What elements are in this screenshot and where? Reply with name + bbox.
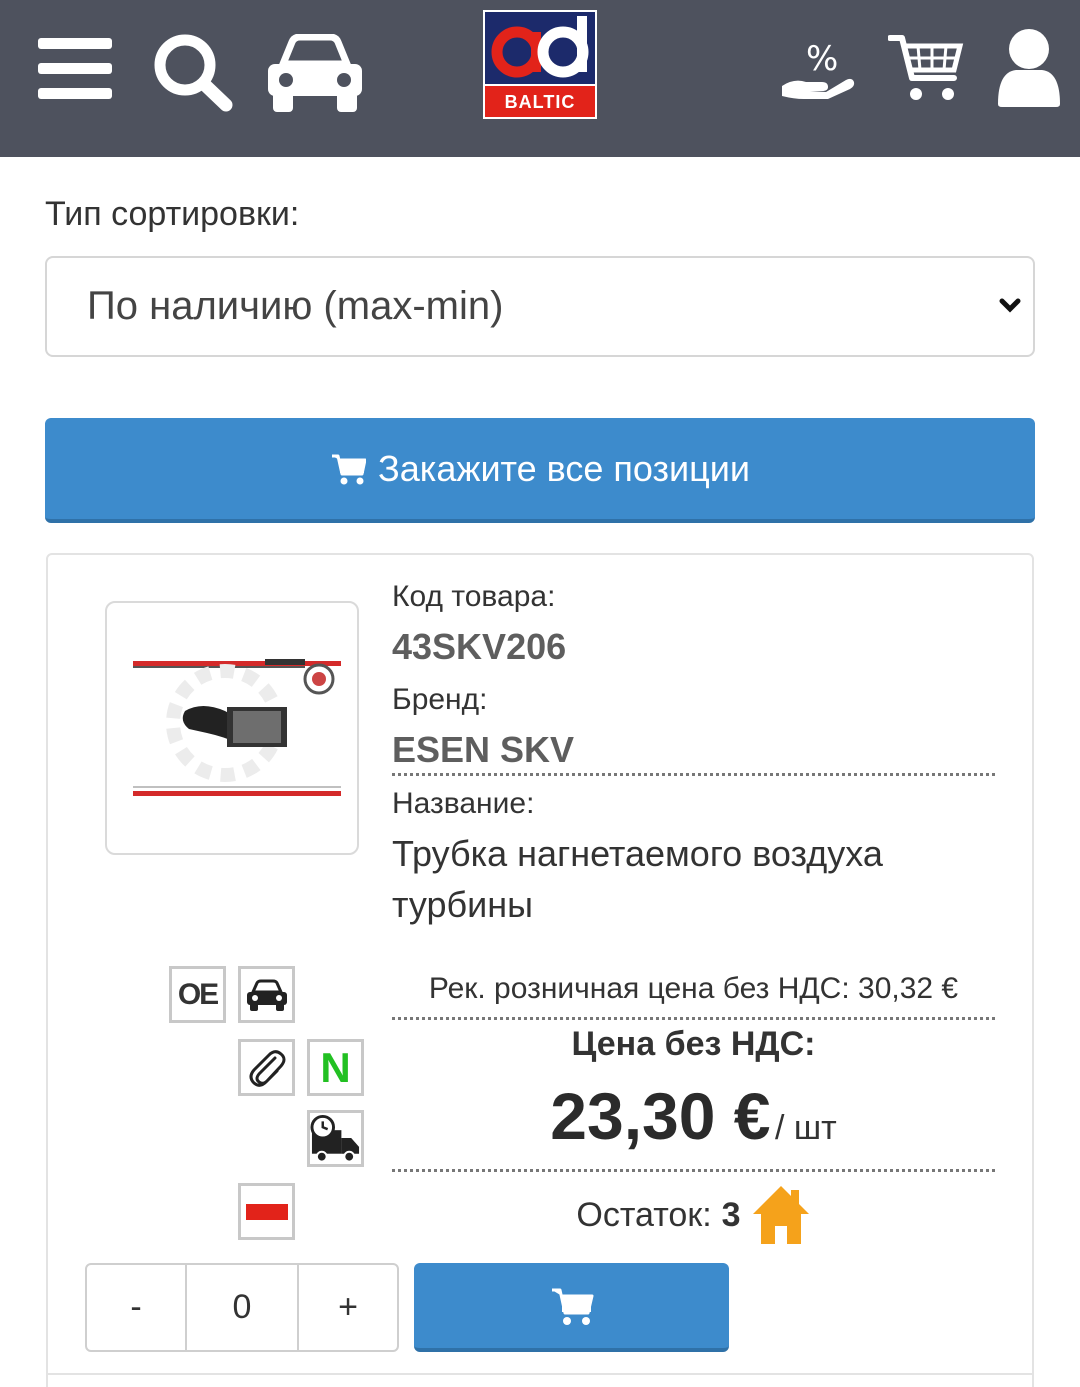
delivery-truck-icon bbox=[310, 1114, 360, 1163]
divider bbox=[392, 1169, 995, 1172]
car-icon[interactable] bbox=[265, 34, 365, 114]
quantity-stepper: - 0 + bbox=[85, 1263, 399, 1352]
sort-select[interactable]: По наличию (max-min) bbox=[45, 256, 1035, 357]
increase-button[interactable]: + bbox=[299, 1265, 397, 1350]
quantity-input[interactable]: 0 bbox=[185, 1265, 299, 1350]
menu-icon[interactable] bbox=[38, 38, 112, 100]
vehicle-fit-badge[interactable] bbox=[238, 966, 295, 1023]
cart-icon bbox=[551, 1288, 593, 1325]
decrease-button[interactable]: - bbox=[87, 1265, 185, 1350]
oe-badge-label: OE bbox=[177, 977, 219, 1011]
product-photo bbox=[133, 659, 341, 796]
chevron-down-icon bbox=[999, 298, 1021, 313]
new-badge-label: N bbox=[320, 1043, 351, 1091]
search-icon[interactable] bbox=[152, 32, 234, 112]
logo-mark bbox=[485, 12, 595, 84]
red-status-bar bbox=[245, 1203, 288, 1220]
top-header: BALTIC % bbox=[0, 0, 1080, 157]
product-image[interactable] bbox=[105, 601, 359, 855]
cart-icon bbox=[332, 454, 367, 484]
divider bbox=[392, 773, 995, 776]
new-badge[interactable]: N bbox=[307, 1039, 364, 1096]
svg-text:%: % bbox=[806, 39, 838, 79]
stock-label: Остаток: bbox=[576, 1195, 712, 1234]
order-all-label: Закажите все позиции bbox=[378, 447, 750, 489]
card-separator bbox=[48, 1373, 1032, 1375]
product-code[interactable]: 43SKV206 bbox=[392, 626, 566, 668]
brand-label: Бренд: bbox=[392, 683, 488, 716]
sort-selected-value: По наличию (max-min) bbox=[87, 284, 504, 328]
sort-label: Тип сортировки: bbox=[45, 195, 300, 233]
delivery-badge[interactable] bbox=[307, 1110, 364, 1167]
order-all-button[interactable]: Закажите все позиции bbox=[45, 418, 1035, 523]
product-code-label: Код товара: bbox=[392, 580, 556, 613]
price-row: 23,30 € / шт bbox=[392, 1078, 995, 1154]
home-icon[interactable] bbox=[751, 1184, 811, 1246]
product-name[interactable]: Трубка нагнетаемого воздуха турбины bbox=[392, 828, 992, 930]
price-unit: / шт bbox=[774, 1109, 837, 1147]
divider bbox=[392, 1017, 995, 1020]
logo-subtitle: BALTIC bbox=[504, 92, 576, 112]
oe-badge[interactable]: OE bbox=[169, 966, 226, 1023]
attachment-badge[interactable] bbox=[238, 1039, 295, 1096]
price-value: 23,30 € bbox=[550, 1079, 771, 1153]
recommended-retail-price: Рек. розничная цена без НДС: 30,32 € bbox=[428, 972, 959, 1005]
stock-value: 3 bbox=[721, 1195, 741, 1234]
price-label: Цена без НДС: bbox=[571, 1025, 816, 1063]
discount-icon[interactable]: % bbox=[780, 36, 856, 100]
user-icon[interactable] bbox=[996, 28, 1062, 108]
ad-logo-icon bbox=[491, 16, 589, 78]
paperclip-icon bbox=[249, 1049, 285, 1087]
product-name-label: Название: bbox=[392, 787, 535, 820]
stock-row: Остаток: 3 bbox=[392, 1184, 995, 1246]
brand-value: ESEN SKV bbox=[392, 729, 575, 770]
site-logo[interactable]: BALTIC bbox=[483, 10, 597, 119]
status-badge[interactable] bbox=[238, 1183, 295, 1240]
car-icon bbox=[246, 979, 287, 1011]
add-to-cart-button[interactable] bbox=[414, 1263, 729, 1352]
cart-icon[interactable] bbox=[888, 32, 964, 104]
